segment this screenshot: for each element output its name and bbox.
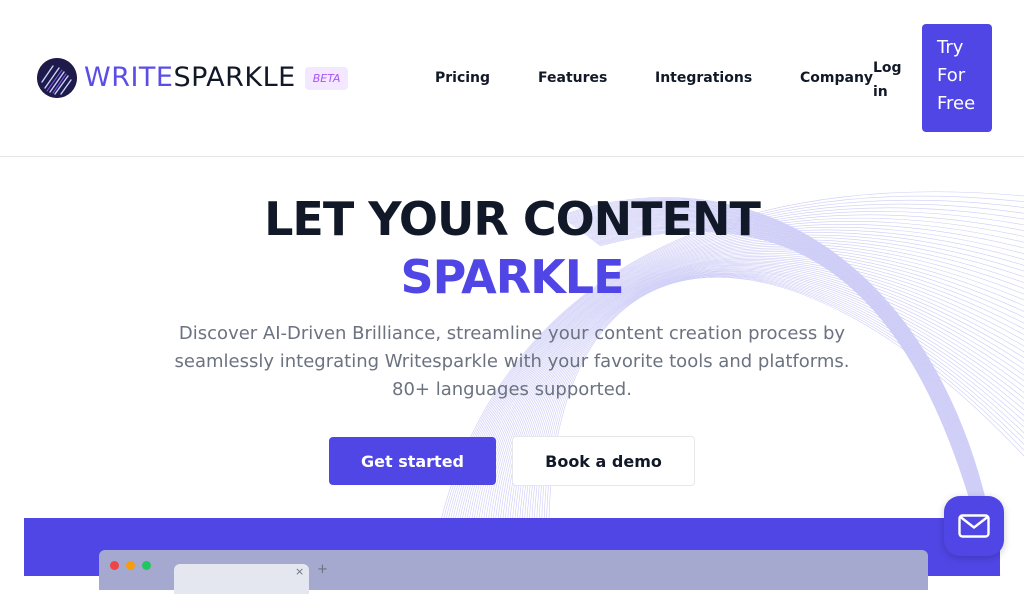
nav-pricing[interactable]: Pricing: [435, 68, 490, 88]
hero-title-line2: SPARKLE: [400, 250, 624, 304]
hero-title: LET YOUR CONTENT SPARKLE: [0, 190, 1024, 306]
beta-badge: BETA: [304, 66, 349, 90]
browser-mockup: × +: [99, 550, 928, 594]
nav-integrations[interactable]: Integrations: [655, 68, 752, 88]
site-header: WRITESPARKLE BETA Pricing Features Integ…: [0, 0, 1024, 157]
get-started-button[interactable]: Get started: [329, 437, 496, 485]
window-maximize-dot: [142, 561, 151, 570]
brand-name-part2: SPARKLE: [173, 62, 296, 93]
hero-title-line1: LET YOUR CONTENT: [264, 192, 761, 246]
hero-subtitle: Discover AI-Driven Brilliance, streamlin…: [174, 323, 850, 400]
login-link[interactable]: Log in: [873, 56, 909, 104]
brand-wordmark: WRITESPARKLE: [84, 58, 296, 98]
window-minimize-dot: [126, 561, 135, 570]
tab-close-icon: ×: [295, 565, 305, 578]
chat-support-button[interactable]: [944, 496, 1004, 556]
window-close-dot: [110, 561, 119, 570]
nav-company[interactable]: Company: [800, 68, 873, 88]
tab-add-icon: +: [317, 562, 328, 577]
book-demo-button[interactable]: Book a demo: [512, 436, 695, 486]
nav-features[interactable]: Features: [538, 68, 607, 88]
browser-tab: ×: [174, 564, 309, 594]
sparkle-logo-icon: [37, 58, 77, 98]
try-for-free-button[interactable]: Try For Free: [922, 24, 992, 132]
brand-name-part1: WRITE: [84, 62, 174, 93]
product-preview: × +: [24, 518, 1000, 594]
brand-logo[interactable]: WRITESPARKLE BETA: [37, 58, 349, 98]
mail-icon: [958, 514, 990, 538]
